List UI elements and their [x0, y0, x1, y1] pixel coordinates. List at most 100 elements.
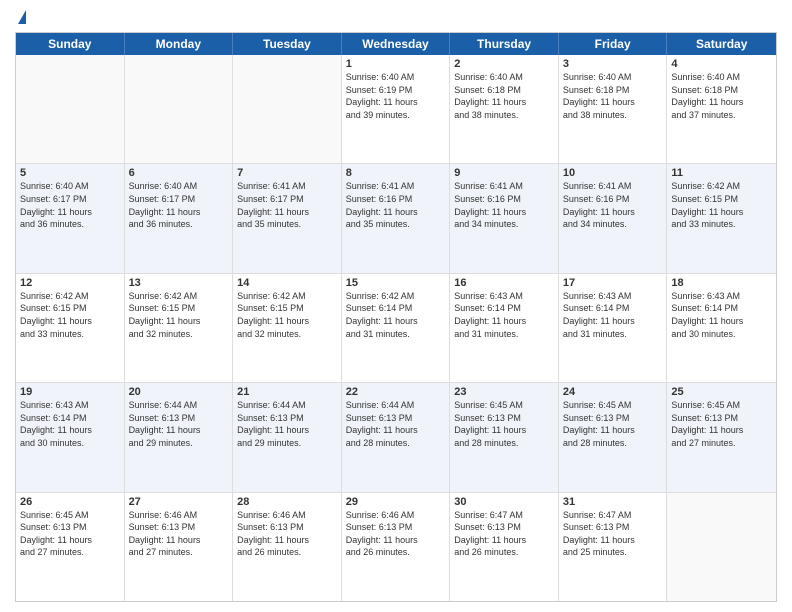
calendar-cell-empty — [16, 55, 125, 163]
day-number: 23 — [454, 386, 554, 398]
day-number: 26 — [20, 496, 120, 508]
cell-info: Sunrise: 6:41 AM Sunset: 6:16 PM Dayligh… — [563, 180, 663, 230]
calendar-week: 1Sunrise: 6:40 AM Sunset: 6:19 PM Daylig… — [16, 55, 776, 164]
day-number: 17 — [563, 277, 663, 289]
cell-info: Sunrise: 6:45 AM Sunset: 6:13 PM Dayligh… — [563, 399, 663, 449]
calendar-cell: 19Sunrise: 6:43 AM Sunset: 6:14 PM Dayli… — [16, 383, 125, 491]
cell-info: Sunrise: 6:45 AM Sunset: 6:13 PM Dayligh… — [454, 399, 554, 449]
calendar-header-row: SundayMondayTuesdayWednesdayThursdayFrid… — [16, 33, 776, 55]
day-number: 27 — [129, 496, 229, 508]
calendar-cell: 29Sunrise: 6:46 AM Sunset: 6:13 PM Dayli… — [342, 493, 451, 601]
cell-info: Sunrise: 6:40 AM Sunset: 6:18 PM Dayligh… — [563, 71, 663, 121]
header — [15, 10, 777, 24]
calendar-cell: 5Sunrise: 6:40 AM Sunset: 6:17 PM Daylig… — [16, 164, 125, 272]
cell-info: Sunrise: 6:40 AM Sunset: 6:18 PM Dayligh… — [454, 71, 554, 121]
calendar-week: 12Sunrise: 6:42 AM Sunset: 6:15 PM Dayli… — [16, 274, 776, 383]
calendar-cell: 30Sunrise: 6:47 AM Sunset: 6:13 PM Dayli… — [450, 493, 559, 601]
cell-info: Sunrise: 6:44 AM Sunset: 6:13 PM Dayligh… — [129, 399, 229, 449]
cell-info: Sunrise: 6:42 AM Sunset: 6:15 PM Dayligh… — [20, 290, 120, 340]
day-number: 5 — [20, 167, 120, 179]
calendar-cell: 18Sunrise: 6:43 AM Sunset: 6:14 PM Dayli… — [667, 274, 776, 382]
calendar-cell: 22Sunrise: 6:44 AM Sunset: 6:13 PM Dayli… — [342, 383, 451, 491]
day-number: 22 — [346, 386, 446, 398]
calendar-header-cell: Wednesday — [342, 33, 451, 55]
cell-info: Sunrise: 6:40 AM Sunset: 6:17 PM Dayligh… — [20, 180, 120, 230]
logo — [15, 10, 26, 24]
cell-info: Sunrise: 6:40 AM Sunset: 6:17 PM Dayligh… — [129, 180, 229, 230]
day-number: 3 — [563, 58, 663, 70]
calendar-cell: 13Sunrise: 6:42 AM Sunset: 6:15 PM Dayli… — [125, 274, 234, 382]
calendar-cell: 25Sunrise: 6:45 AM Sunset: 6:13 PM Dayli… — [667, 383, 776, 491]
calendar-cell-empty — [667, 493, 776, 601]
calendar-header-cell: Friday — [559, 33, 668, 55]
logo-blue-text — [15, 10, 26, 24]
day-number: 14 — [237, 277, 337, 289]
day-number: 20 — [129, 386, 229, 398]
cell-info: Sunrise: 6:42 AM Sunset: 6:14 PM Dayligh… — [346, 290, 446, 340]
day-number: 13 — [129, 277, 229, 289]
calendar-cell: 28Sunrise: 6:46 AM Sunset: 6:13 PM Dayli… — [233, 493, 342, 601]
cell-info: Sunrise: 6:41 AM Sunset: 6:16 PM Dayligh… — [454, 180, 554, 230]
logo-triangle-icon — [18, 10, 26, 24]
day-number: 30 — [454, 496, 554, 508]
day-number: 2 — [454, 58, 554, 70]
calendar-cell: 7Sunrise: 6:41 AM Sunset: 6:17 PM Daylig… — [233, 164, 342, 272]
cell-info: Sunrise: 6:42 AM Sunset: 6:15 PM Dayligh… — [129, 290, 229, 340]
calendar-cell: 10Sunrise: 6:41 AM Sunset: 6:16 PM Dayli… — [559, 164, 668, 272]
day-number: 6 — [129, 167, 229, 179]
calendar-cell: 21Sunrise: 6:44 AM Sunset: 6:13 PM Dayli… — [233, 383, 342, 491]
calendar-header-cell: Monday — [125, 33, 234, 55]
calendar-cell: 26Sunrise: 6:45 AM Sunset: 6:13 PM Dayli… — [16, 493, 125, 601]
day-number: 12 — [20, 277, 120, 289]
calendar-cell-empty — [233, 55, 342, 163]
calendar-cell: 15Sunrise: 6:42 AM Sunset: 6:14 PM Dayli… — [342, 274, 451, 382]
calendar-body: 1Sunrise: 6:40 AM Sunset: 6:19 PM Daylig… — [16, 55, 776, 601]
cell-info: Sunrise: 6:40 AM Sunset: 6:19 PM Dayligh… — [346, 71, 446, 121]
calendar-cell: 3Sunrise: 6:40 AM Sunset: 6:18 PM Daylig… — [559, 55, 668, 163]
cell-info: Sunrise: 6:47 AM Sunset: 6:13 PM Dayligh… — [563, 509, 663, 559]
cell-info: Sunrise: 6:45 AM Sunset: 6:13 PM Dayligh… — [20, 509, 120, 559]
calendar-cell: 31Sunrise: 6:47 AM Sunset: 6:13 PM Dayli… — [559, 493, 668, 601]
calendar-week: 19Sunrise: 6:43 AM Sunset: 6:14 PM Dayli… — [16, 383, 776, 492]
calendar-header-cell: Sunday — [16, 33, 125, 55]
cell-info: Sunrise: 6:47 AM Sunset: 6:13 PM Dayligh… — [454, 509, 554, 559]
day-number: 8 — [346, 167, 446, 179]
calendar-cell: 8Sunrise: 6:41 AM Sunset: 6:16 PM Daylig… — [342, 164, 451, 272]
calendar-cell: 11Sunrise: 6:42 AM Sunset: 6:15 PM Dayli… — [667, 164, 776, 272]
day-number: 31 — [563, 496, 663, 508]
calendar-cell: 14Sunrise: 6:42 AM Sunset: 6:15 PM Dayli… — [233, 274, 342, 382]
day-number: 1 — [346, 58, 446, 70]
cell-info: Sunrise: 6:44 AM Sunset: 6:13 PM Dayligh… — [346, 399, 446, 449]
calendar-cell: 27Sunrise: 6:46 AM Sunset: 6:13 PM Dayli… — [125, 493, 234, 601]
page: SundayMondayTuesdayWednesdayThursdayFrid… — [0, 0, 792, 612]
cell-info: Sunrise: 6:41 AM Sunset: 6:17 PM Dayligh… — [237, 180, 337, 230]
cell-info: Sunrise: 6:43 AM Sunset: 6:14 PM Dayligh… — [563, 290, 663, 340]
cell-info: Sunrise: 6:40 AM Sunset: 6:18 PM Dayligh… — [671, 71, 772, 121]
cell-info: Sunrise: 6:46 AM Sunset: 6:13 PM Dayligh… — [346, 509, 446, 559]
calendar-week: 5Sunrise: 6:40 AM Sunset: 6:17 PM Daylig… — [16, 164, 776, 273]
day-number: 29 — [346, 496, 446, 508]
calendar: SundayMondayTuesdayWednesdayThursdayFrid… — [15, 32, 777, 602]
cell-info: Sunrise: 6:43 AM Sunset: 6:14 PM Dayligh… — [20, 399, 120, 449]
calendar-week: 26Sunrise: 6:45 AM Sunset: 6:13 PM Dayli… — [16, 493, 776, 601]
day-number: 11 — [671, 167, 772, 179]
calendar-cell-empty — [125, 55, 234, 163]
cell-info: Sunrise: 6:45 AM Sunset: 6:13 PM Dayligh… — [671, 399, 772, 449]
calendar-cell: 4Sunrise: 6:40 AM Sunset: 6:18 PM Daylig… — [667, 55, 776, 163]
day-number: 24 — [563, 386, 663, 398]
cell-info: Sunrise: 6:43 AM Sunset: 6:14 PM Dayligh… — [454, 290, 554, 340]
calendar-header-cell: Thursday — [450, 33, 559, 55]
day-number: 16 — [454, 277, 554, 289]
cell-info: Sunrise: 6:44 AM Sunset: 6:13 PM Dayligh… — [237, 399, 337, 449]
day-number: 19 — [20, 386, 120, 398]
cell-info: Sunrise: 6:42 AM Sunset: 6:15 PM Dayligh… — [237, 290, 337, 340]
day-number: 28 — [237, 496, 337, 508]
calendar-cell: 12Sunrise: 6:42 AM Sunset: 6:15 PM Dayli… — [16, 274, 125, 382]
calendar-cell: 6Sunrise: 6:40 AM Sunset: 6:17 PM Daylig… — [125, 164, 234, 272]
day-number: 9 — [454, 167, 554, 179]
calendar-cell: 16Sunrise: 6:43 AM Sunset: 6:14 PM Dayli… — [450, 274, 559, 382]
cell-info: Sunrise: 6:41 AM Sunset: 6:16 PM Dayligh… — [346, 180, 446, 230]
day-number: 7 — [237, 167, 337, 179]
cell-info: Sunrise: 6:42 AM Sunset: 6:15 PM Dayligh… — [671, 180, 772, 230]
cell-info: Sunrise: 6:43 AM Sunset: 6:14 PM Dayligh… — [671, 290, 772, 340]
